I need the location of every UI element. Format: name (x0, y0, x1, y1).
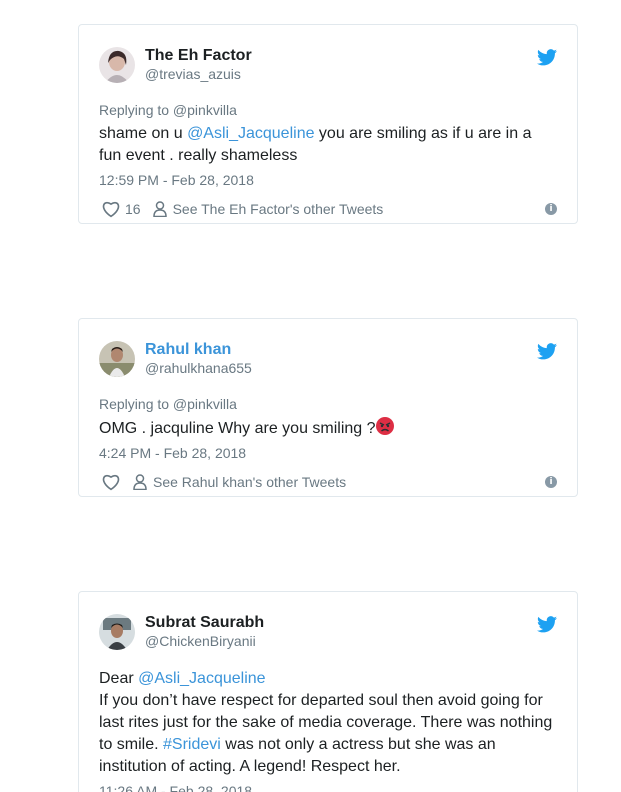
tweet-text: shame on u @Asli_Jacqueline you are smil… (99, 125, 532, 164)
tweet-actions: 16 See The Eh Factor's other Tweets i (99, 199, 557, 219)
mention-link[interactable]: @Asli_Jacqueline (138, 670, 265, 687)
tweet-timestamp[interactable]: 11:26 AM - Feb 28, 2018 (99, 782, 557, 792)
mention-link[interactable]: @Asli_Jacqueline (187, 125, 314, 142)
heart-icon[interactable] (101, 200, 121, 218)
tweet-text: OMG . jacquline Why are you smiling ? (99, 417, 557, 440)
author-handle[interactable]: @ChickenBiryanii (145, 632, 264, 650)
tweet-timestamp[interactable]: 4:24 PM - Feb 28, 2018 (99, 444, 557, 462)
tweet-text: Dear @Asli_Jacqueline If you don’t have r… (99, 670, 553, 775)
other-tweets-link[interactable]: See Rahul khan's other Tweets (153, 474, 346, 490)
info-icon[interactable]: i (545, 476, 557, 488)
replying-to[interactable]: Replying to @pinkvilla (99, 395, 557, 413)
angry-face-emoji (375, 417, 394, 435)
twitter-bird-icon[interactable] (537, 49, 557, 66)
heart-icon[interactable] (101, 473, 121, 491)
like-count: 16 (125, 201, 141, 217)
twitter-bird-icon[interactable] (537, 616, 557, 633)
tweet-card: Subrat Saurabh @ChickenBiryanii Dear @As… (78, 591, 578, 792)
author-name[interactable]: The Eh Factor (145, 47, 252, 65)
tweet-actions: See Rahul khan's other Tweets i (99, 472, 557, 492)
person-icon (152, 201, 167, 217)
tweet-header: Subrat Saurabh @ChickenBiryanii (99, 612, 557, 652)
avatar[interactable] (99, 341, 135, 377)
author-name[interactable]: Rahul khan (145, 341, 252, 359)
hashtag-link[interactable]: #Sridevi (163, 736, 221, 753)
info-icon[interactable]: i (545, 203, 557, 215)
author-handle[interactable]: @trevias_azuis (145, 65, 252, 83)
tweet-card: Rahul khan @rahulkhana655 Replying to @p… (78, 318, 578, 497)
author-name[interactable]: Subrat Saurabh (145, 614, 264, 632)
avatar[interactable] (99, 614, 135, 650)
tweet-header: Rahul khan @rahulkhana655 (99, 339, 557, 379)
other-tweets-link[interactable]: See The Eh Factor's other Tweets (173, 201, 384, 217)
replying-to[interactable]: Replying to @pinkvilla (99, 101, 557, 119)
tweet-timestamp[interactable]: 12:59 PM - Feb 28, 2018 (99, 171, 557, 189)
author-handle[interactable]: @rahulkhana655 (145, 359, 252, 377)
tweet-header: The Eh Factor @trevias_azuis (99, 45, 557, 85)
tweet-card: The Eh Factor @trevias_azuis Replying to… (78, 24, 578, 224)
twitter-bird-icon[interactable] (537, 343, 557, 360)
person-icon (133, 474, 147, 490)
avatar[interactable] (99, 47, 135, 83)
